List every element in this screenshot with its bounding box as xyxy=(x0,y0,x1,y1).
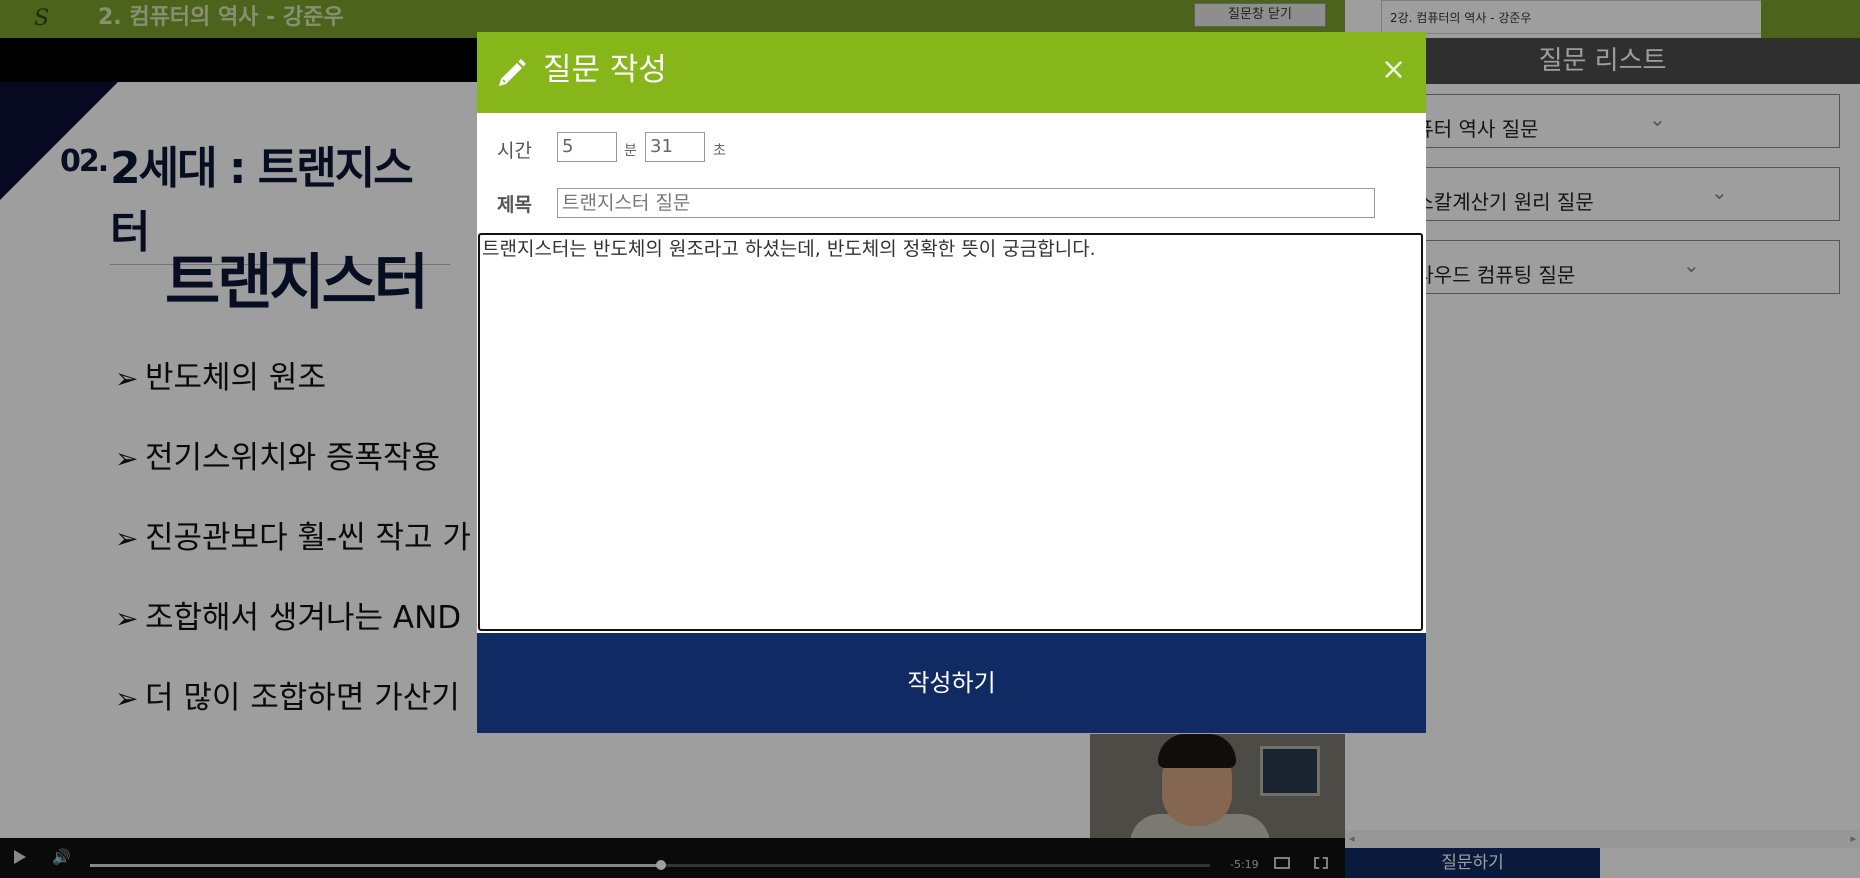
write-question-modal: 질문 작성 × 시간 5 분 31 초 제목 트랜지스터 질문 트랜지스터는 반… xyxy=(477,32,1426,733)
seconds-unit: 초 xyxy=(713,143,726,159)
modal-header: 질문 작성 × xyxy=(477,32,1426,113)
time-label: 시간 xyxy=(497,140,532,162)
submit-button[interactable]: 작성하기 xyxy=(477,633,1426,733)
seconds-input[interactable]: 31 xyxy=(645,132,705,162)
question-content-textarea[interactable]: 트랜지스터는 반도체의 원조라고 하셨는데, 반도체의 정확한 뜻이 궁금합니다… xyxy=(478,233,1423,631)
minutes-unit: 분 xyxy=(624,143,637,159)
subject-label: 제목 xyxy=(497,194,532,216)
subject-input[interactable]: 트랜지스터 질문 xyxy=(557,188,1375,218)
pencil-icon xyxy=(499,59,526,86)
modal-title: 질문 작성 xyxy=(543,52,667,88)
minutes-input[interactable]: 5 xyxy=(557,132,617,162)
close-icon[interactable]: × xyxy=(1381,54,1406,86)
app-root: S 2. 컴퓨터의 역사 - 강준우 질문창 닫기 02. 2세대 : 트랜지스… xyxy=(0,0,1860,878)
